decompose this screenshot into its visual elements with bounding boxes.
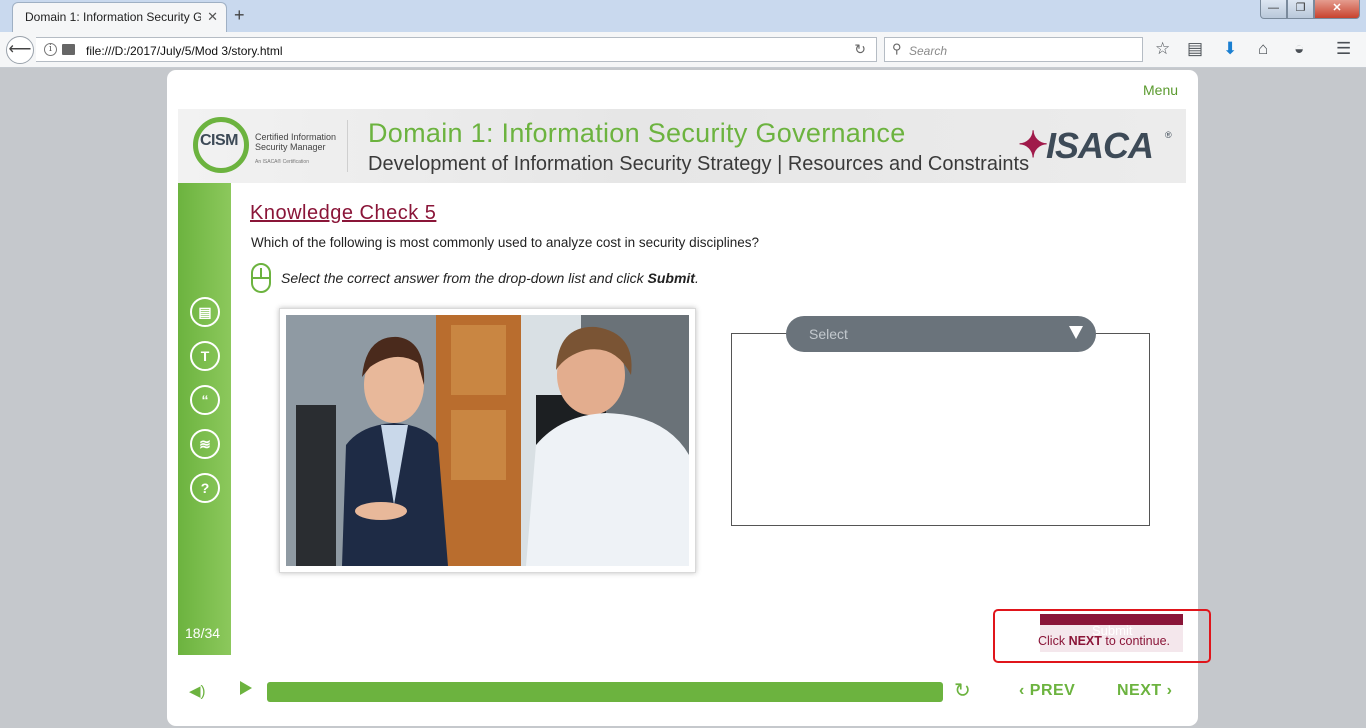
chevron-right-icon: › bbox=[1161, 682, 1173, 699]
back-button[interactable]: ⟵ bbox=[6, 36, 34, 64]
quote-icon: “ bbox=[201, 392, 209, 408]
download-icon[interactable]: ⬇ bbox=[1223, 39, 1237, 59]
isaca-star-icon: ✦ bbox=[1018, 124, 1049, 166]
sidebar: ▤ T “ ≋ ? 18/34 bbox=[178, 183, 231, 655]
next-button[interactable]: NEXT › bbox=[1117, 682, 1172, 700]
business-meeting-photo bbox=[286, 315, 689, 566]
instruction-text: Select the correct answer from the drop-… bbox=[281, 270, 699, 286]
progress-bar[interactable] bbox=[267, 682, 943, 702]
dropdown-arrow-icon bbox=[1069, 326, 1083, 339]
reading-list-icon[interactable]: ▤ bbox=[1187, 39, 1203, 59]
notes-icon: ▤ bbox=[198, 304, 212, 320]
home-icon[interactable]: ⌂ bbox=[1258, 39, 1268, 59]
instruction-bold: Submit bbox=[647, 270, 695, 286]
isaca-logo-text: ISACA bbox=[1046, 125, 1154, 166]
answer-box bbox=[731, 333, 1150, 526]
hamburger-menu-icon[interactable]: ☰ bbox=[1336, 39, 1351, 59]
resources-button[interactable]: ≋ bbox=[190, 429, 220, 459]
course-banner: CISM Certified Information Security Mana… bbox=[178, 109, 1186, 183]
tab-title: Domain 1: Information Security G bbox=[25, 10, 201, 24]
page-icon bbox=[62, 44, 75, 55]
answer-dropdown[interactable]: Select bbox=[786, 316, 1096, 352]
reload-icon[interactable]: ↻ bbox=[854, 41, 866, 58]
cism-logo-text: CISM bbox=[200, 132, 239, 149]
course-player: Menu CISM Certified Information Security… bbox=[167, 70, 1211, 726]
search-bar[interactable]: ⚲ Search bbox=[884, 37, 1143, 62]
instruction-suffix: . bbox=[694, 270, 699, 286]
bookmark-star-icon[interactable]: ☆ bbox=[1155, 39, 1170, 59]
course-title: Domain 1: Information Security Governanc… bbox=[368, 118, 906, 148]
transcript-icon: T bbox=[200, 348, 210, 364]
menu-link[interactable]: Menu bbox=[1143, 82, 1178, 98]
cism-logo-subtitle: Certified Information Security Manager bbox=[255, 132, 337, 152]
browser-nav-bar: ⟵ i file:///D:/2017/July/5/Mod 3/story.h… bbox=[0, 32, 1366, 68]
window-minimize-button[interactable]: — bbox=[1260, 0, 1287, 19]
progress-fill bbox=[267, 682, 943, 702]
prev-button[interactable]: ‹ PREV bbox=[1019, 682, 1075, 700]
browser-tab-bar: Domain 1: Information Security G ✕ + — ❐… bbox=[0, 0, 1366, 32]
pocket-icon[interactable]: ◒ bbox=[1294, 39, 1304, 59]
course-subtitle: Development of Information Security Stra… bbox=[368, 153, 1030, 175]
search-icon: ⚲ bbox=[892, 41, 902, 56]
isaca-registered-mark: ® bbox=[1165, 130, 1172, 140]
browser-tab[interactable]: Domain 1: Information Security G ✕ bbox=[12, 2, 227, 32]
play-icon[interactable] bbox=[240, 681, 252, 695]
tab-close-icon[interactable]: ✕ bbox=[207, 9, 218, 25]
url-text[interactable]: file:///D:/2017/July/5/Mod 3/story.html bbox=[86, 44, 283, 58]
feedback-highlight-box bbox=[993, 609, 1211, 663]
window-close-button[interactable]: ✕ bbox=[1314, 0, 1360, 19]
chevron-left-icon: ‹ bbox=[1019, 682, 1030, 699]
transcript-button[interactable]: T bbox=[190, 341, 220, 371]
layers-icon: ≋ bbox=[199, 436, 211, 452]
dropdown-selected-value: Select bbox=[809, 326, 848, 342]
knowledge-check-heading: Knowledge Check 5 bbox=[250, 202, 437, 224]
business-meeting-illustration bbox=[286, 315, 689, 566]
mouse-icon bbox=[251, 263, 271, 293]
notes-button[interactable]: ▤ bbox=[190, 297, 220, 327]
volume-icon[interactable]: ◀) bbox=[189, 682, 206, 700]
window-maximize-button[interactable]: ❐ bbox=[1287, 0, 1314, 19]
back-arrow-icon: ⟵ bbox=[8, 41, 32, 58]
help-icon: ? bbox=[200, 480, 210, 496]
next-label: NEXT bbox=[1117, 682, 1162, 699]
new-tab-button[interactable]: + bbox=[234, 6, 245, 24]
search-placeholder: Search bbox=[909, 44, 948, 58]
page-counter: 18/34 bbox=[185, 625, 221, 641]
address-bar[interactable]: i file:///D:/2017/July/5/Mod 3/story.htm… bbox=[36, 37, 877, 62]
help-button[interactable]: ? bbox=[190, 473, 220, 503]
banner-divider bbox=[347, 120, 348, 172]
quote-button[interactable]: “ bbox=[190, 385, 220, 415]
replay-icon[interactable]: ↻ bbox=[954, 680, 971, 702]
instruction-prefix: Select the correct answer from the drop-… bbox=[281, 270, 648, 286]
illustration-frame bbox=[279, 308, 696, 573]
site-info-icon[interactable]: i bbox=[44, 43, 57, 56]
prev-label: PREV bbox=[1029, 682, 1076, 699]
question-text: Which of the following is most commonly … bbox=[251, 235, 759, 250]
cism-logo-small: An ISACA® Certification bbox=[255, 159, 309, 165]
